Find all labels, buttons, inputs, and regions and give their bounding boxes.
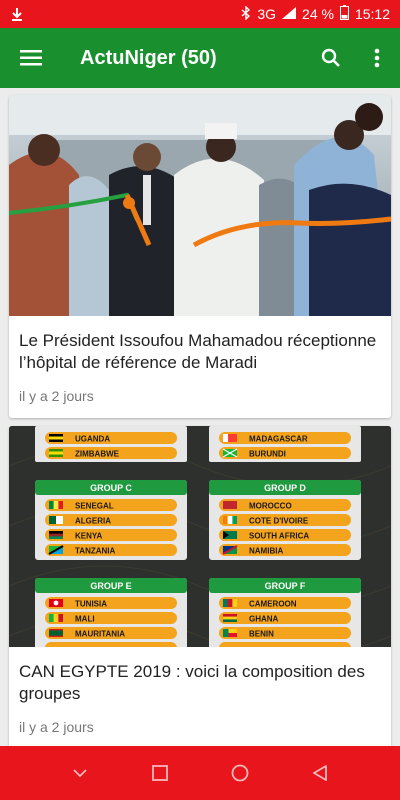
clock: 15:12: [354, 6, 390, 22]
team-label: MALI: [75, 615, 95, 624]
square-icon: [152, 765, 168, 781]
battery-percent: 24 %: [302, 6, 334, 22]
team-label: ALGERIA: [75, 517, 111, 526]
chevron-down-icon: [73, 769, 87, 778]
team-label: MADAGASCAR: [249, 435, 308, 444]
search-icon: [321, 48, 340, 67]
article-title[interactable]: Le Président Issoufou Mahamadou réceptio…: [9, 316, 391, 374]
team-label: UGANDA: [75, 435, 110, 444]
system-nav-bar: [0, 746, 400, 800]
team-label: TANZANIA: [75, 547, 116, 556]
team-label: MAURITANIA: [75, 630, 125, 639]
bluetooth-icon: [241, 4, 251, 23]
menu-button[interactable]: [0, 28, 62, 88]
article-image-can-groups: UGANDA ZIMBABWE MADAGASCAR BURUNDI GROUP…: [9, 426, 391, 647]
article-card[interactable]: UGANDA ZIMBABWE MADAGASCAR BURUNDI GROUP…: [9, 426, 391, 746]
search-button[interactable]: [308, 28, 354, 88]
network-type: 3G: [257, 6, 277, 22]
team-label: MOROCCO: [249, 502, 292, 511]
article-time: il y a 2 jours: [19, 388, 94, 404]
team-label: SOUTH AFRICA: [249, 532, 309, 541]
team-label: SENEGAL: [75, 502, 114, 511]
nav-recents-button[interactable]: [140, 753, 180, 793]
circle-icon: [231, 764, 249, 782]
team-label: BENIN: [249, 630, 274, 639]
overflow-menu-button[interactable]: [354, 28, 400, 88]
status-right: 3G 24 % 15:12: [241, 4, 390, 23]
team-label: TUNISIA: [75, 600, 107, 609]
team-label: NAMIBIA: [249, 547, 283, 556]
battery-icon: [339, 5, 349, 23]
more-vert-icon: [374, 48, 380, 68]
team-label: CAMEROON: [249, 600, 297, 609]
back-triangle-icon: [313, 765, 327, 781]
signal-icon: [282, 6, 297, 22]
download-icon: [10, 7, 24, 21]
nav-collapse-button[interactable]: [60, 753, 100, 793]
team-label: COTE D'IVOIRE: [249, 517, 309, 526]
article-title[interactable]: CAN EGYPTE 2019 : voici la composition d…: [9, 647, 391, 705]
article-time: il y a 2 jours: [19, 719, 94, 735]
group-label: GROUP C: [90, 483, 132, 493]
nav-back-button[interactable]: [300, 753, 340, 793]
group-label: GROUP E: [90, 581, 131, 591]
article-feed[interactable]: Le Président Issoufou Mahamadou réceptio…: [0, 88, 400, 746]
group-label: GROUP F: [265, 581, 306, 591]
team-label: GHANA: [249, 615, 279, 624]
app-bar: ActuNiger (50): [0, 28, 400, 88]
team-label: BURUNDI: [249, 450, 286, 459]
hamburger-icon: [20, 50, 42, 66]
team-label: ZIMBABWE: [75, 450, 120, 459]
status-bar: 3G 24 % 15:12: [0, 0, 400, 28]
article-card[interactable]: Le Président Issoufou Mahamadou réceptio…: [9, 95, 391, 418]
team-label: KENYA: [75, 532, 102, 541]
nav-home-button[interactable]: [220, 753, 260, 793]
group-label: GROUP D: [264, 483, 306, 493]
app-title: ActuNiger (50): [80, 46, 217, 69]
article-image-hospital-inauguration: [9, 95, 391, 316]
